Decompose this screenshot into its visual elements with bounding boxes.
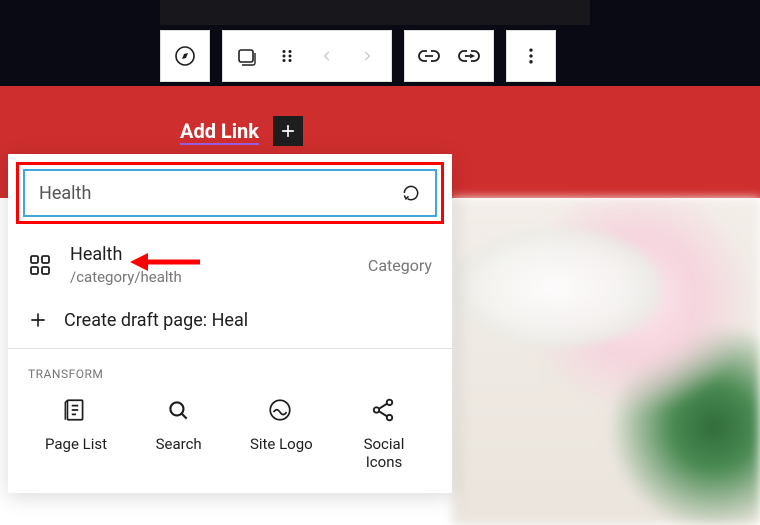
toolbar-group-block <box>160 30 210 82</box>
submit-icon[interactable] <box>401 183 421 203</box>
add-link-label[interactable]: Add Link <box>180 119 259 143</box>
move-right-button <box>347 36 387 76</box>
annotation-highlight-box: Health <box>16 162 444 224</box>
add-block-button[interactable] <box>273 116 303 146</box>
toolbar-group-link <box>404 30 494 82</box>
background-photo <box>452 198 760 525</box>
create-draft-text: Create draft page: Heal <box>64 310 248 331</box>
search-input-value: Health <box>39 183 91 204</box>
result-path: /category/health <box>70 267 350 288</box>
drag-handle-icon[interactable] <box>267 36 307 76</box>
transform-heading: TRANSFORM <box>28 367 432 381</box>
transform-social-icons[interactable]: Social Icons <box>344 397 424 471</box>
transform-search[interactable]: Search <box>139 397 219 471</box>
plus-icon <box>26 308 50 332</box>
transform-site-logo[interactable]: Site Logo <box>241 397 321 471</box>
move-left-button <box>307 36 347 76</box>
site-logo-icon <box>267 397 295 425</box>
submenu-icon[interactable] <box>449 36 489 76</box>
share-icon <box>370 397 398 425</box>
search-icon <box>165 397 193 425</box>
page-list-icon <box>62 397 90 425</box>
link-icon[interactable] <box>409 36 449 76</box>
result-text: Health /category/health <box>70 242 350 288</box>
add-link-placeholder: Add Link <box>180 116 303 146</box>
result-type-label: Category <box>368 256 432 275</box>
toolbar-group-more <box>506 30 556 82</box>
more-options-button[interactable] <box>511 36 551 76</box>
compass-icon[interactable] <box>165 36 205 76</box>
transform-page-list[interactable]: Page List <box>36 397 116 471</box>
category-icon <box>28 253 52 277</box>
transform-options: Page List Search Site Logo Social Icons <box>28 397 432 471</box>
editor-panel <box>160 0 590 25</box>
block-toolbar <box>160 30 556 82</box>
search-result-item[interactable]: Health /category/health Category <box>8 230 452 298</box>
transform-section: TRANSFORM Page List Search Site Logo <box>8 349 452 493</box>
create-draft-page-option[interactable]: Create draft page: Heal <box>8 298 452 348</box>
link-search-input[interactable]: Health <box>23 169 437 217</box>
toolbar-group-move <box>222 30 392 82</box>
result-title: Health <box>70 242 350 267</box>
link-popover: Health Health /category/health Category … <box>8 154 452 493</box>
navigation-block-icon[interactable] <box>227 36 267 76</box>
